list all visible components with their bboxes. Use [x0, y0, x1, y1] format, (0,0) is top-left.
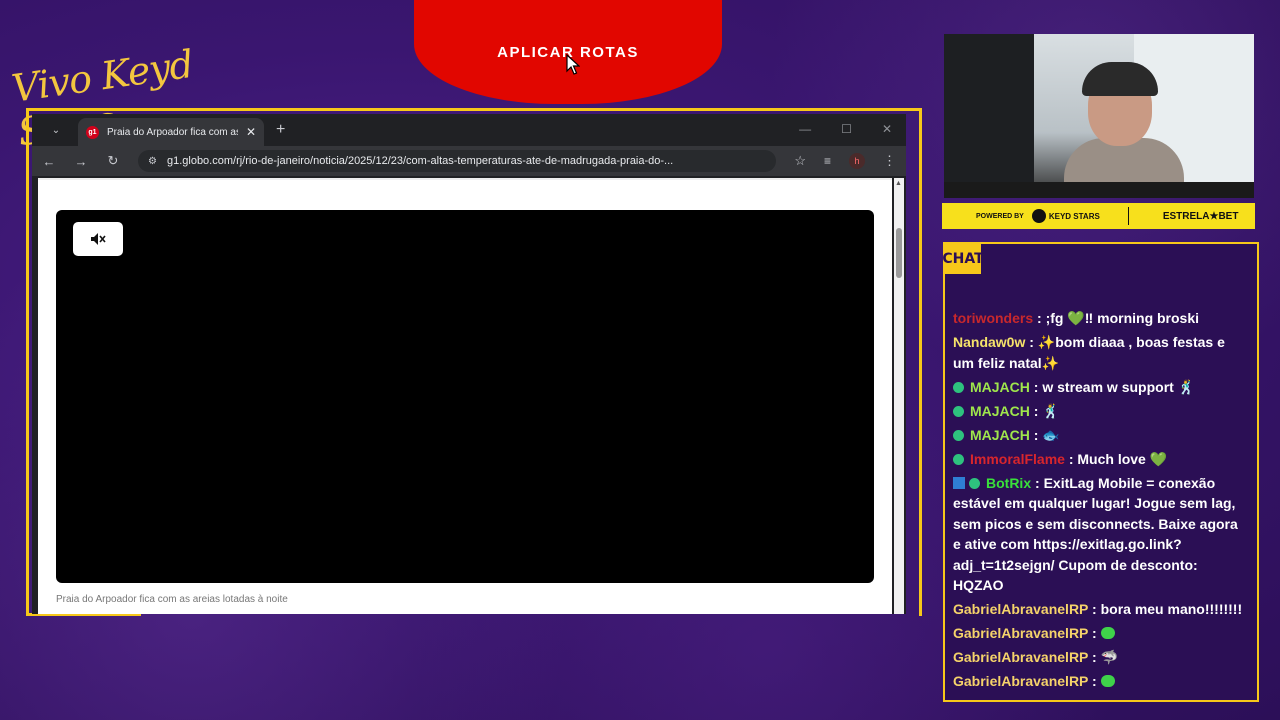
partner-name: KEYD STARS	[1048, 211, 1100, 221]
tab-close-icon[interactable]: ✕	[246, 125, 256, 139]
frame-top-accent	[26, 108, 922, 111]
back-icon[interactable]: ←	[42, 154, 56, 169]
mouse-cursor-icon	[566, 54, 580, 75]
url-text: g1.globo.com/rj/rio-de-janeiro/noticia/2…	[166, 155, 674, 167]
page-divider	[38, 178, 892, 180]
chat-username: GabrielAbravanelRP	[953, 649, 1089, 665]
green-emote-icon	[1100, 627, 1115, 639]
chat-message: GabrielAbravanelRP : 🦈	[953, 649, 1119, 665]
streamer-cap	[1082, 62, 1158, 96]
keyd-stars-icon	[1031, 209, 1046, 223]
chat-username: ImmoralFlame	[970, 450, 1065, 467]
tab-active[interactable]: g1 Praia do Arpoador fica com as areias …	[78, 118, 264, 146]
verified-badge-icon	[969, 477, 980, 489]
frame-left-accent	[26, 108, 29, 616]
scroll-up-icon[interactable]: ▲	[895, 180, 902, 187]
chat-text: 🕺	[1042, 402, 1060, 419]
media-controls-icon[interactable]: ≡	[824, 154, 831, 168]
reload-icon[interactable]: ↻	[106, 153, 120, 169]
chat-username: GabrielAbravanelRP	[953, 625, 1089, 641]
chat-text: ExitLag Mobile = conexão estável em qual…	[953, 474, 1238, 594]
minimize-icon[interactable]: —	[799, 122, 811, 136]
keyd-stars-logo: KEYD STARS	[1031, 209, 1100, 223]
sponsor-divider	[1127, 207, 1129, 225]
verified-badge-icon	[953, 429, 964, 441]
chat-message: MAJACH : w stream w support 🕺	[953, 377, 1249, 398]
more-menu-icon[interactable]: ⋮	[883, 153, 896, 169]
scroll-thumb[interactable]	[896, 228, 902, 278]
chat-username: toriwonders	[953, 310, 1034, 326]
window-controls: — ☐ ✕	[799, 122, 892, 136]
webcam-feed	[944, 34, 1254, 198]
chat-text: ;fg 💚‼ morning broski	[1045, 310, 1200, 326]
streamer	[1064, 54, 1184, 198]
green-emote-icon	[1100, 675, 1115, 687]
video-caption: Praia do Arpoador fica com as areias lot…	[56, 594, 288, 605]
bookmark-star-icon[interactable]: ☆	[794, 153, 806, 169]
chat-text: w stream w support 🕺	[1042, 378, 1196, 395]
chat-message: ImmoralFlame : Much love 💚	[953, 449, 1249, 470]
frame-right-accent	[919, 108, 922, 616]
chat-message: GabrielAbravanelRP : bora meu mano!!!!!!…	[953, 601, 1243, 617]
chat-message: GabrielAbravanelRP :	[953, 671, 1249, 692]
g1-favicon-icon: g1	[86, 125, 99, 139]
webcam-background	[944, 34, 1034, 198]
new-tab-icon[interactable]: +	[276, 121, 285, 139]
chat-message: MAJACH : 🐟	[953, 425, 1249, 446]
page-viewport: Praia do Arpoador fica com as areias lot…	[38, 178, 892, 614]
chat-message: GabrielAbravanelRP :	[953, 623, 1249, 644]
webcam-desk	[944, 182, 1254, 198]
forward-icon[interactable]: →	[74, 154, 88, 169]
browser-window: ⌄ g1 Praia do Arpoador fica com as areia…	[32, 114, 906, 614]
chat-username: Nandaw0w	[953, 334, 1026, 350]
tab-title: Praia do Arpoador fica com as areias lot…	[107, 126, 238, 138]
tab-bar: ⌄ g1 Praia do Arpoador fica com as areia…	[32, 114, 906, 146]
chat-messages: toriwonders : ;fg 💚‼ morning broski Nand…	[953, 308, 1249, 695]
chat-panel: CHAT toriwonders : ;fg 💚‼ morning broski…	[942, 242, 1259, 702]
verified-badge-icon	[953, 453, 964, 465]
mute-button[interactable]	[73, 222, 123, 256]
chat-text: 🐟	[1042, 426, 1060, 443]
chat-username: MAJACH	[970, 426, 1030, 443]
maximize-icon[interactable]: ☐	[841, 122, 852, 136]
chat-username: GabrielAbravanelRP	[953, 601, 1089, 617]
chat-message: Nandaw0w : ✨bom diaaa , boas festas e um…	[953, 334, 1225, 371]
chat-username: MAJACH	[970, 378, 1030, 395]
chat-message: toriwonders : ;fg 💚‼ morning broski	[953, 310, 1200, 326]
chat-title: CHAT	[942, 244, 984, 274]
apply-routes-button[interactable]: APLICAR ROTAS	[414, 0, 722, 104]
chat-username: MAJACH	[970, 402, 1030, 419]
verified-badge-icon	[953, 381, 964, 393]
profile-avatar[interactable]: h	[849, 153, 865, 169]
page-scrollbar[interactable]: ▲	[894, 178, 904, 614]
browser-toolbar: ← → ↻ ⚙ g1.globo.com/rj/rio-de-janeiro/n…	[32, 146, 906, 176]
video-player[interactable]	[56, 210, 874, 583]
chat-message: MAJACH : 🕺	[953, 401, 1249, 422]
chat-username: GabrielAbravanelRP	[953, 673, 1089, 689]
chat-text: Much love 💚	[1077, 450, 1168, 467]
chat-message: BotRix : ExitLag Mobile = conexão estáve…	[953, 474, 1238, 594]
estrelabet-logo: ESTRELA★BET	[1162, 210, 1239, 222]
chat-username: BotRix	[986, 474, 1032, 491]
sponsor-bar: POWERED BY KEYD STARS ESTRELA★BET	[942, 203, 1255, 229]
tab-search-icon[interactable]: ⌄	[46, 120, 66, 140]
close-window-icon[interactable]: ✕	[882, 122, 892, 136]
chat-text: bora meu mano!!!!!!!!	[1100, 601, 1243, 617]
site-info-icon[interactable]: ⚙	[148, 156, 157, 167]
bot-badge-icon	[953, 476, 965, 489]
shark-emote-icon: 🦈	[1100, 649, 1119, 665]
powered-by-label: POWERED BY	[976, 212, 1024, 220]
muted-speaker-icon	[91, 233, 106, 245]
verified-badge-icon	[953, 405, 964, 417]
address-bar[interactable]: ⚙ g1.globo.com/rj/rio-de-janeiro/noticia…	[138, 150, 777, 172]
